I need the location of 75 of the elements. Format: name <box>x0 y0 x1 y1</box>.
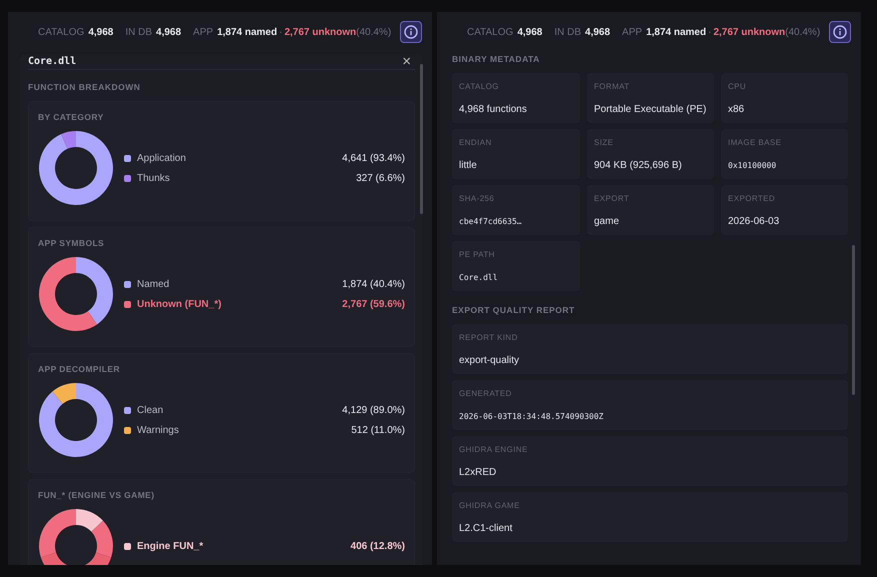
stat-percent: (40.4%) <box>785 26 820 38</box>
info-icon <box>404 25 418 39</box>
scrollbar[interactable] <box>420 64 423 214</box>
stat-label: CATALOG <box>467 26 514 38</box>
scrollbar[interactable] <box>852 245 855 395</box>
stat-value: 1,874 named <box>217 26 278 38</box>
section-title: BINARY METADATA <box>452 53 541 66</box>
legend-value: 4,129 (89.0%) <box>342 404 405 416</box>
field-value: Core.dll <box>459 273 498 282</box>
field-label: SIZE <box>594 138 614 147</box>
field-value: cbe4f7cd6635… <box>459 217 522 226</box>
stat-value: 4,968 <box>517 26 542 38</box>
card-title: FUN_* (ENGINE VS GAME) <box>38 490 156 500</box>
field-label: FORMAT <box>594 82 631 91</box>
legend-value: 4,641 (93.4%) <box>342 152 405 164</box>
stat-value: 4,968 <box>156 26 182 38</box>
legend-label: Thunks <box>137 172 170 184</box>
separator-dot: · <box>708 26 712 38</box>
stat-label: IN DB <box>125 26 152 38</box>
field-label: GHIDRA ENGINE <box>459 445 529 454</box>
stat-value: 2,767 unknown <box>713 26 786 38</box>
field-label: GHIDRA GAME <box>459 501 521 510</box>
field-label: IMAGE BASE <box>728 138 782 147</box>
field-value: 0x10100000 <box>728 161 776 170</box>
field-value: 2026-06-03T18:34:48.574090300Z <box>459 412 604 421</box>
legend-value: 327 (6.6%) <box>356 172 405 184</box>
info-button[interactable] <box>829 21 851 43</box>
stat-label: APP <box>193 26 214 38</box>
card-title: APP SYMBOLS <box>38 238 106 248</box>
section-title: EXPORT QUALITY REPORT <box>452 304 576 317</box>
field-label: CATALOG <box>459 82 500 91</box>
section-title: FUNCTION BREAKDOWN <box>28 81 142 94</box>
stat-value: 2,767 unknown <box>284 26 356 38</box>
legend-label: Clean <box>137 404 164 416</box>
field-value: x86 <box>728 104 744 115</box>
field-label: REPORT KIND <box>459 333 519 342</box>
card-title: APP DECOMPILER <box>38 364 121 374</box>
field-value: little <box>459 160 477 171</box>
legend-label: Application <box>137 152 186 164</box>
stat-label: CATALOG <box>38 26 84 38</box>
info-icon <box>833 25 847 39</box>
field-label: GENERATED <box>459 389 513 398</box>
field-label: CPU <box>728 82 748 91</box>
stat-value: 1,874 named <box>646 26 706 38</box>
legend-value: 2,767 (59.6%) <box>342 298 405 310</box>
field-value: 904 KB (925,696 B) <box>594 160 682 171</box>
legend-value: 1,874 (40.4%) <box>342 278 405 290</box>
legend-value: 512 (11.0%) <box>351 424 405 436</box>
field-label: EXPORT <box>594 194 630 203</box>
legend-value: 406 (12.8%) <box>350 540 405 552</box>
field-value: Portable Executable (PE) <box>594 104 706 115</box>
field-label: ENDIAN <box>459 138 493 147</box>
field-value: 2026-06-03 <box>728 216 780 227</box>
field-value: 4,968 functions <box>459 104 527 115</box>
field-value: game <box>594 216 620 227</box>
field-value: L2xRED <box>459 467 496 478</box>
legend-label: Named <box>137 278 170 290</box>
legend-label: Engine FUN_* <box>137 540 204 552</box>
separator-dot: · <box>279 26 282 38</box>
card-title: BY CATEGORY <box>38 112 105 122</box>
legend-label: Warnings <box>137 424 179 436</box>
legend-label: Unknown (FUN_*) <box>137 298 222 310</box>
field-label: SHA-256 <box>459 194 496 203</box>
stat-label: IN DB <box>554 26 582 38</box>
field-value: export-quality <box>459 355 520 366</box>
stat-percent: (40.4%) <box>356 26 392 38</box>
info-button[interactable] <box>400 21 422 43</box>
stat-value: 4,968 <box>585 26 610 38</box>
field-label: PE PATH <box>459 250 496 259</box>
close-button[interactable]: × <box>398 54 415 69</box>
stat-value: 4,968 <box>88 26 114 38</box>
dialog-title: Core.dll <box>28 56 76 67</box>
field-label: EXPORTED <box>728 194 776 203</box>
stat-label: APP <box>622 26 642 38</box>
field-value: L2.C1-client <box>459 523 512 534</box>
